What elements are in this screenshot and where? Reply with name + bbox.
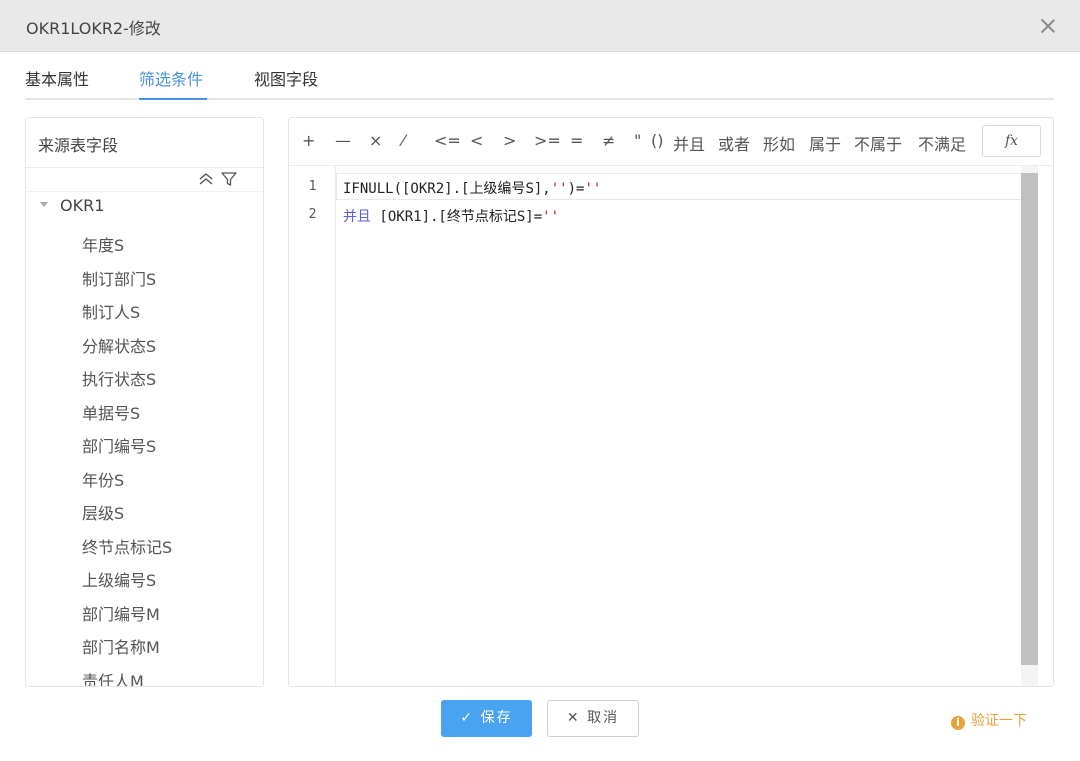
op-divide[interactable]: ⁄ bbox=[402, 131, 405, 150]
close-small-icon: ✕ bbox=[566, 710, 588, 726]
tab-basic-properties[interactable]: 基本属性 bbox=[25, 66, 89, 90]
tab-bar: 基本属性 筛选条件 视图字段 bbox=[25, 52, 1054, 100]
vertical-scrollbar[interactable] bbox=[1021, 173, 1038, 665]
tree-item[interactable]: 部门名称M bbox=[82, 634, 160, 658]
expression-panel: + — × ⁄ <= < > >= = ≠ " () 并且 或者 形如 属于 不… bbox=[288, 117, 1054, 687]
tree-item[interactable]: 执行状态S bbox=[82, 366, 156, 390]
tree-node-okr1[interactable]: OKR1 bbox=[40, 196, 104, 215]
op-equal[interactable]: = bbox=[570, 131, 583, 150]
op-quote[interactable]: " bbox=[634, 131, 641, 150]
tree-item[interactable]: 责任人M bbox=[82, 668, 144, 686]
tree-item[interactable]: 年份S bbox=[82, 467, 124, 491]
op-like[interactable]: 形如 bbox=[763, 131, 795, 155]
tree-item[interactable]: 上级编号S bbox=[82, 567, 156, 591]
op-plus[interactable]: + bbox=[302, 131, 315, 150]
close-icon[interactable] bbox=[1038, 16, 1058, 36]
op-greater-equal[interactable]: >= bbox=[534, 131, 561, 150]
operator-toolbar: + — × ⁄ <= < > >= = ≠ " () 并且 或者 形如 属于 不… bbox=[289, 118, 1053, 166]
op-less[interactable]: < bbox=[470, 131, 483, 150]
edit-dialog: OKR1LOKR2-修改 基本属性 筛选条件 视图字段 来源表字段 OKR1 年… bbox=[0, 0, 1080, 761]
op-not-satisfy[interactable]: 不满足 bbox=[918, 131, 966, 155]
line-number: 2 bbox=[308, 207, 317, 222]
tab-view-fields[interactable]: 视图字段 bbox=[254, 66, 318, 90]
verify-link[interactable]: i 验证一下 bbox=[951, 710, 1027, 730]
function-button[interactable]: fx bbox=[982, 125, 1041, 157]
info-icon: i bbox=[951, 716, 965, 730]
tree-item[interactable]: 年度S bbox=[82, 232, 124, 256]
tree-item[interactable]: 层级S bbox=[82, 500, 124, 524]
check-icon: ✓ bbox=[460, 710, 481, 726]
active-tab-indicator bbox=[139, 98, 207, 100]
op-greater[interactable]: > bbox=[503, 131, 516, 150]
code-line-2[interactable]: 并且 [OKR1].[终节点标记S]='' bbox=[343, 206, 559, 226]
op-minus[interactable]: — bbox=[335, 131, 351, 150]
tree-item[interactable]: 终节点标记S bbox=[82, 534, 172, 558]
dialog-title: OKR1LOKR2-修改 bbox=[26, 19, 161, 38]
collapse-all-icon[interactable] bbox=[197, 170, 215, 188]
tree-item[interactable]: 制订人S bbox=[82, 299, 140, 323]
caret-down-icon[interactable] bbox=[40, 202, 48, 207]
tree-tools bbox=[26, 168, 263, 192]
tree-item[interactable]: 制订部门S bbox=[82, 266, 156, 290]
line-number: 1 bbox=[308, 179, 317, 194]
op-not-equal[interactable]: ≠ bbox=[602, 131, 615, 150]
op-parentheses[interactable]: () bbox=[651, 131, 663, 150]
tree-root-label: OKR1 bbox=[60, 196, 105, 215]
expression-editor[interactable]: 1 2 IFNULL([OKR2].[上级编号S],'')='' 并且 [OKR… bbox=[289, 166, 1053, 686]
op-or[interactable]: 或者 bbox=[718, 131, 750, 155]
op-multiply[interactable]: × bbox=[369, 131, 382, 150]
tree-item[interactable]: 部门编号M bbox=[82, 601, 160, 625]
source-fields-panel: 来源表字段 OKR1 年度S 制订部门S 制订人S 分解状态S 执行状态S 单据… bbox=[25, 117, 264, 687]
tab-filter-conditions[interactable]: 筛选条件 bbox=[139, 66, 203, 90]
tree-item[interactable]: 部门编号S bbox=[82, 433, 156, 457]
line-number-gutter: 1 2 bbox=[289, 166, 336, 686]
source-fields-title: 来源表字段 bbox=[38, 136, 119, 155]
save-button[interactable]: ✓ 保存 bbox=[441, 700, 532, 737]
tree-item[interactable]: 分解状态S bbox=[82, 333, 156, 357]
op-and[interactable]: 并且 bbox=[673, 131, 705, 155]
code-area[interactable]: IFNULL([OKR2].[上级编号S],'')='' 并且 [OKR1].[… bbox=[336, 166, 1038, 686]
code-line-1[interactable]: IFNULL([OKR2].[上级编号S],'')='' bbox=[343, 178, 601, 198]
source-fields-header: 来源表字段 bbox=[26, 118, 263, 168]
tree-item[interactable]: 单据号S bbox=[82, 400, 140, 424]
op-in[interactable]: 属于 bbox=[809, 131, 841, 155]
cancel-button[interactable]: ✕ 取消 bbox=[547, 700, 639, 737]
filter-icon[interactable] bbox=[220, 170, 238, 188]
op-not-in[interactable]: 不属于 bbox=[854, 131, 902, 155]
dialog-titlebar: OKR1LOKR2-修改 bbox=[0, 0, 1080, 52]
op-less-equal[interactable]: <= bbox=[434, 131, 461, 150]
